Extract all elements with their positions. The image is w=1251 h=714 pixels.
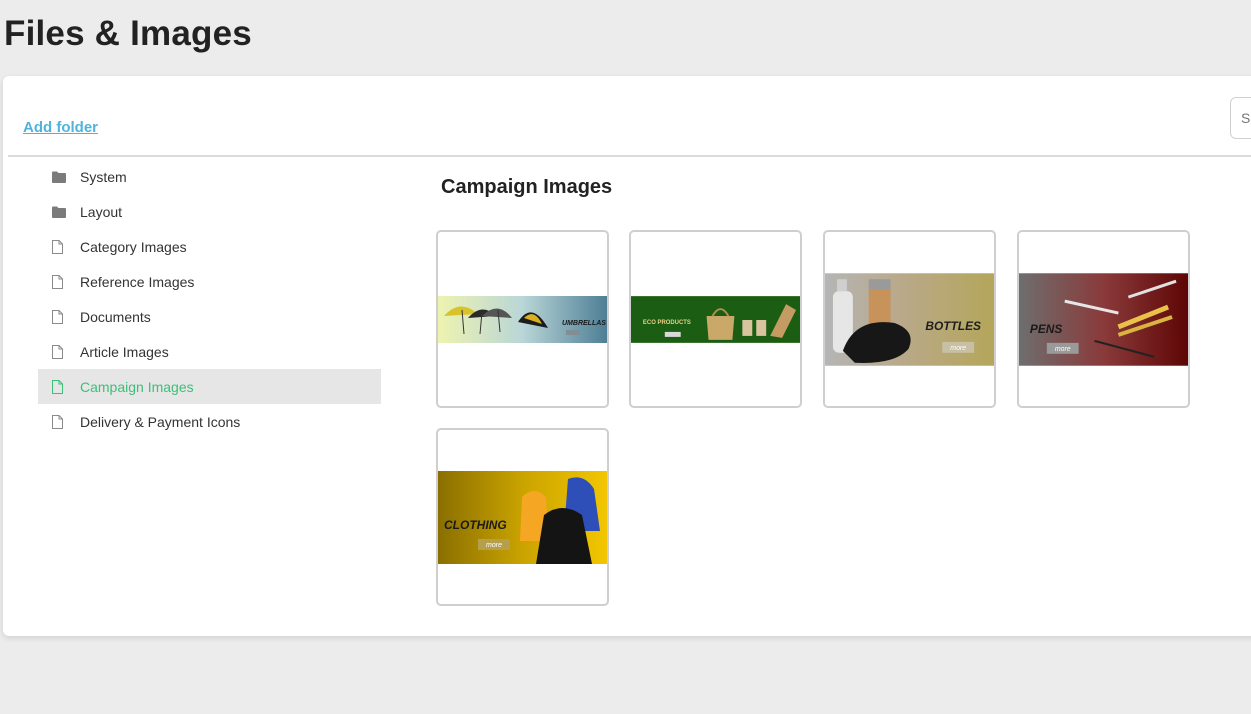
tree-item-label: System [80, 168, 127, 185]
image-thumbnail-eco-products[interactable]: ECO PRODUCTS [629, 230, 802, 408]
folder-title: Campaign Images [441, 176, 613, 198]
more-label: more [950, 344, 966, 351]
more-label: more [486, 542, 502, 549]
umbrellas-banner-image: UMBRELLAS [438, 295, 607, 343]
tree-item-reference-images[interactable]: Reference Images [38, 264, 381, 299]
search-input[interactable] [1230, 97, 1251, 139]
page-title: Files & Images [4, 14, 252, 53]
banner-text: UMBRELLAS [562, 320, 606, 327]
file-icon [52, 274, 72, 290]
eco-products-banner-image: ECO PRODUCTS [631, 295, 800, 343]
tree-item-label: Category Images [80, 238, 187, 255]
banner-text: BOTTLES [925, 318, 981, 332]
tree-item-label: Article Images [80, 343, 169, 360]
tree-item-documents[interactable]: Documents [38, 299, 381, 334]
tree-item-category-images[interactable]: Category Images [38, 229, 381, 264]
image-thumbnail-clothing[interactable]: CLOTHING more [436, 428, 609, 606]
image-thumbnail-pens[interactable]: PENS more [1017, 230, 1190, 408]
file-manager-panel: Add folder System Layout Category Images [3, 76, 1251, 636]
tree-item-label: Reference Images [80, 273, 195, 290]
banner-text: PENS [1030, 321, 1062, 335]
tree-item-system[interactable]: System [38, 159, 381, 194]
banner-text: ECO PRODUCTS [643, 319, 691, 325]
folder-icon [52, 169, 72, 185]
folder-tree: System Layout Category Images Reference … [38, 159, 381, 439]
tree-item-campaign-images[interactable]: Campaign Images [38, 369, 381, 404]
clothing-banner-image: CLOTHING more [438, 470, 607, 564]
tree-item-article-images[interactable]: Article Images [38, 334, 381, 369]
image-thumbnail-bottles[interactable]: BOTTLES more [823, 230, 996, 408]
tree-item-delivery-payment-icons[interactable]: Delivery & Payment Icons [38, 404, 381, 439]
toolbar-divider [8, 155, 1251, 157]
more-label: more [1055, 345, 1071, 352]
tree-item-layout[interactable]: Layout [38, 194, 381, 229]
tree-item-label: Documents [80, 308, 151, 325]
file-icon [52, 379, 72, 395]
file-icon [52, 414, 72, 430]
add-folder-link[interactable]: Add folder [23, 119, 98, 136]
folder-icon [52, 204, 72, 220]
banner-text: CLOTHING [444, 518, 507, 532]
file-icon [52, 239, 72, 255]
file-icon [52, 309, 72, 325]
image-thumbnail-umbrellas[interactable]: UMBRELLAS [436, 230, 609, 408]
file-icon [52, 344, 72, 360]
tree-item-label: Campaign Images [80, 378, 194, 395]
tree-item-label: Layout [80, 203, 123, 220]
pens-banner-image: PENS more [1019, 272, 1188, 366]
bottles-banner-image: BOTTLES more [825, 272, 994, 366]
tree-item-label: Delivery & Payment Icons [80, 413, 241, 430]
